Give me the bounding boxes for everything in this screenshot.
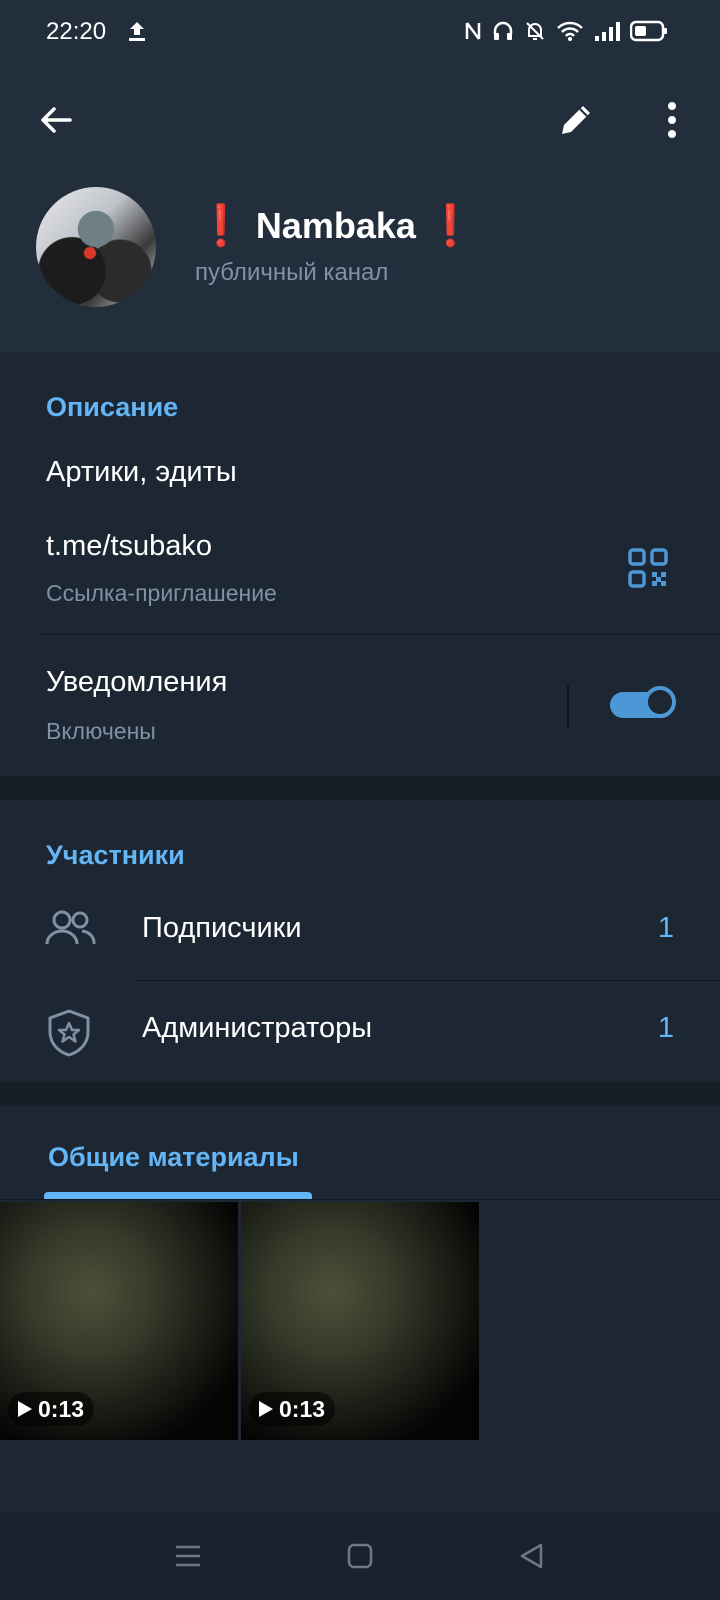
bell-off-icon [524,20,546,47]
subscribers-label: Подписчики [142,912,302,944]
divider [40,634,720,635]
administrators-count: 1 [657,1012,674,1044]
toggle-knob [644,686,676,718]
administrators-row[interactable]: Администраторы 1 [0,982,720,1078]
notifications-status: Включены [46,718,156,744]
exclamation-emoji: ❗ [196,204,246,248]
section-title-members: Участники [46,840,185,870]
video-duration: 0:13 [279,1395,326,1422]
edit-button[interactable] [556,100,596,140]
invite-link-row[interactable]: t.me/tsubako Ссылка-приглашение [0,510,720,620]
section-title-description: Описание [46,392,179,422]
notifications-toggle[interactable] [610,686,678,722]
signal-icon [594,20,620,47]
section-gap [0,776,720,800]
battery-icon [629,20,668,47]
invite-link[interactable]: t.me/tsubako [46,530,212,563]
people-icon [44,908,96,953]
subscribers-row[interactable]: Подписчики 1 [0,882,720,978]
channel-type: публичный канал [195,259,389,286]
tab-shared-media[interactable]: Общие материалы [48,1142,299,1173]
video-duration: 0:13 [38,1395,85,1422]
notifications-label: Уведомления [46,666,228,698]
media-thumbnail-video[interactable]: 0:13 [241,1202,479,1440]
members-section: Участники Подписчики 1 Администраторы 1 [0,800,720,1082]
more-vertical-icon [668,102,676,138]
nfc-icon [464,20,482,47]
qr-code-button[interactable] [628,548,668,588]
subscribers-count: 1 [657,912,674,944]
channel-title: ❗ Nambaka ❗ [196,202,476,249]
video-duration-badge: 0:13 [249,1392,336,1426]
section-gap [0,1082,720,1106]
system-nav-bar [0,1512,720,1600]
media-thumbnail-video[interactable]: 0:13 [0,1202,238,1440]
channel-avatar[interactable] [36,187,156,307]
play-icon [18,1401,32,1417]
wifi-icon [556,20,584,47]
status-time: 22:20 [46,18,107,45]
upload-icon [128,20,146,47]
play-icon [259,1401,273,1417]
home-square-icon[interactable] [344,1540,376,1572]
arrow-left-icon [41,107,72,133]
back-triangle-icon[interactable] [516,1540,548,1572]
channel-name: Nambaka [255,204,416,246]
back-button[interactable] [36,100,76,140]
more-options-button[interactable] [652,98,692,142]
status-bar: 22:20 [0,0,720,64]
qr-code-icon [628,548,668,588]
invite-link-caption: Ссылка-приглашение [46,580,277,606]
administrators-label: Администраторы [142,1012,373,1044]
video-duration-badge: 0:13 [8,1392,95,1426]
profile-header: ❗ Nambaka ❗ публичный канал [0,64,720,352]
menu-icon[interactable] [172,1540,204,1572]
exclamation-emoji: ❗ [425,204,476,248]
divider-vertical [567,684,569,728]
description-text: Артики, эдиты [46,456,237,488]
headphones-icon [492,20,514,47]
pencil-icon [562,106,590,134]
divider [136,980,720,981]
tab-divider [0,1199,720,1200]
shield-star-icon [46,1008,92,1063]
